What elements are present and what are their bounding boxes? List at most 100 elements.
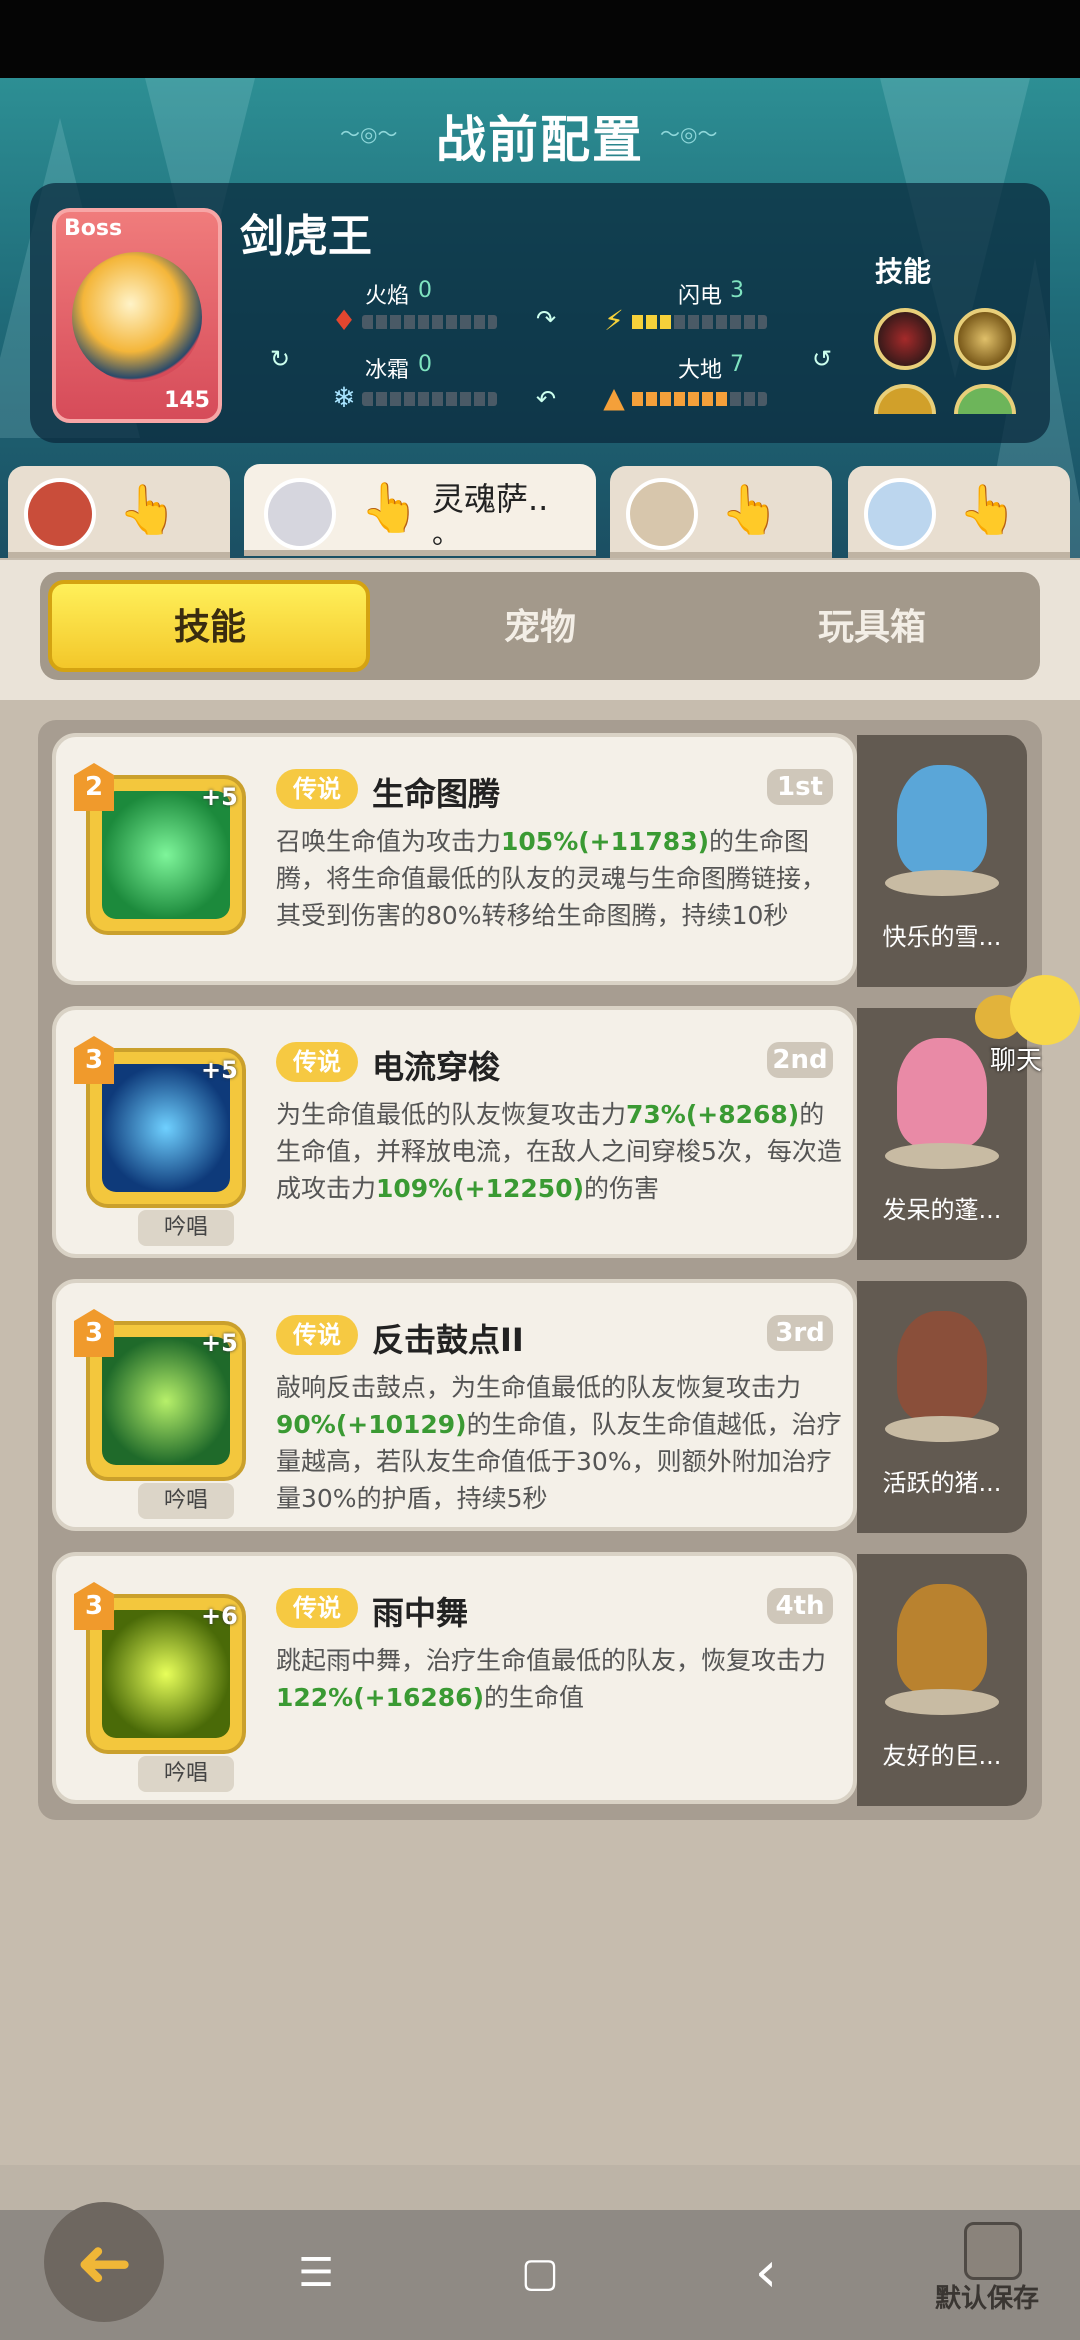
tap-hand-icon: 👆 [958, 482, 1018, 538]
tap-hand-icon: 👆 [360, 480, 420, 536]
tier-badge: 传说 [276, 1042, 358, 1082]
skill-level-badge: 3 [74, 1036, 114, 1084]
default-save-label[interactable]: 默认保存 [935, 2278, 1039, 2315]
chat-label[interactable]: 聊天 [990, 1040, 1042, 1077]
default-save-checkbox[interactable] [964, 2222, 1022, 2280]
menu-icon[interactable]: ☰ [286, 2248, 346, 2298]
fire-label: 火焰 [365, 284, 410, 309]
skill-rank: 1st [767, 769, 833, 805]
boss-portrait [72, 252, 202, 382]
hero-avatar [626, 478, 698, 550]
skill-name: 雨中舞 [372, 1594, 469, 1632]
boss-skills-label: 技能 [875, 255, 932, 288]
pet-name: 快乐的雪... [882, 923, 1002, 951]
skill-level-badge: 2 [74, 763, 114, 811]
cycle-arrow-icon: ↷ [536, 305, 557, 333]
boss-tag: Boss [64, 216, 123, 241]
tab-pets[interactable]: 宠物 [390, 598, 690, 650]
hero-avatar [24, 478, 96, 550]
skill-name: 生命图腾 [372, 775, 501, 813]
skill-name: 反击鼓点II [372, 1321, 524, 1359]
hero-tab-4[interactable]: 👆 [848, 466, 1070, 558]
skill-plus: +5 [201, 1056, 238, 1084]
home-icon[interactable]: ▢ [510, 2248, 570, 2298]
skill-card-4[interactable]: 3 +6 吟唱 传说 雨中舞 4th 跳起雨中舞，治疗生命值最低的队友，恢复攻击… [52, 1552, 857, 1804]
earth-bar [632, 392, 767, 406]
pet-image [897, 765, 987, 875]
tab-skills[interactable]: 技能 [60, 598, 360, 650]
back-arrow-icon: ➜ [75, 2224, 133, 2303]
hero-tab-3[interactable]: 👆 [610, 466, 832, 558]
frost-bar [362, 392, 497, 406]
pet-slot-4[interactable]: 友好的巨... [857, 1554, 1027, 1806]
chant-tag: 吟唱 [138, 1210, 234, 1246]
tier-badge: 传说 [276, 769, 358, 809]
pet-name: 友好的巨... [882, 1742, 1002, 1770]
tab-toybox[interactable]: 玩具箱 [722, 598, 1022, 650]
frost-value: 0 [418, 352, 432, 377]
frost-label: 冰霜 [365, 358, 410, 383]
cycle-arrow-icon: ↻ [270, 345, 291, 373]
chat-button[interactable] [1010, 975, 1080, 1045]
fire-value: 0 [418, 278, 432, 303]
skill-plus: +5 [201, 783, 238, 811]
skill-rank: 3rd [767, 1315, 833, 1351]
pet-image [897, 1584, 987, 1694]
tap-hand-icon: 👆 [118, 482, 178, 538]
chant-tag: 吟唱 [138, 1756, 234, 1792]
lightning-bar [632, 315, 767, 329]
pet-pedestal [885, 870, 999, 896]
pet-name: 活跃的猪... [882, 1469, 1002, 1497]
pet-image [897, 1311, 987, 1421]
lightning-icon: ⚡ [604, 304, 624, 337]
pet-slot-1[interactable]: 快乐的雪... [857, 735, 1027, 987]
chant-tag: 吟唱 [138, 1483, 234, 1519]
pet-image [897, 1038, 987, 1148]
frost-icon: ❄ [332, 381, 356, 414]
hero-tab-name-overflow: 。 [432, 517, 461, 550]
pet-pedestal [885, 1143, 999, 1169]
cycle-arrow-icon: ↶ [536, 385, 557, 413]
hero-avatar [264, 478, 336, 550]
hero-tab-1[interactable]: 👆 [8, 466, 230, 558]
pet-slot-3[interactable]: 活跃的猪... [857, 1281, 1027, 1533]
page-title: 战前配置 [436, 111, 644, 169]
skill-description: 召唤生命值为攻击力105%(+11783)的生命图腾，将生命值最低的队友的灵魂与… [276, 827, 827, 930]
skill-rank: 2nd [767, 1042, 833, 1078]
tier-badge: 传说 [276, 1315, 358, 1355]
boss-card[interactable]: Boss 145 [52, 208, 222, 423]
boss-skill-icon[interactable] [954, 308, 1016, 370]
earth-label: 大地 [678, 358, 723, 383]
skill-card-3[interactable]: 3 +5 吟唱 传说 反击鼓点II 3rd 敲响反击鼓点，为生命值最低的队友恢复… [52, 1279, 857, 1531]
boss-level: 145 [164, 388, 210, 413]
fire-icon: ♦ [331, 304, 357, 337]
skill-card-2[interactable]: 3 +5 吟唱 传说 电流穿梭 2nd 为生命值最低的队友恢复攻击力73%(+8… [52, 1006, 857, 1258]
bottom-divider [0, 2165, 1080, 2210]
skill-name: 电流穿梭 [372, 1048, 501, 1086]
status-bar [0, 0, 1080, 78]
system-back-icon[interactable]: ‹ [736, 2245, 796, 2301]
skill-rank: 4th [767, 1588, 833, 1624]
fire-bar [362, 315, 497, 329]
tap-hand-icon: 👆 [720, 482, 780, 538]
skill-description: 跳起雨中舞，治疗生命值最低的队友，恢复攻击力122%(+16286)的生命值 [276, 1646, 827, 1712]
skill-card-1[interactable]: 2 +5 传说 生命图腾 1st 召唤生命值为攻击力105%(+11783)的生… [52, 733, 857, 985]
earth-value: 7 [730, 352, 744, 377]
lightning-value: 3 [730, 278, 744, 303]
pet-pedestal [885, 1689, 999, 1715]
boss-name: 剑虎王 [240, 211, 372, 262]
skill-level-badge: 3 [74, 1582, 114, 1630]
skill-description: 敲响反击鼓点，为生命值最低的队友恢复攻击力90%(+10129)的生命值，队友生… [276, 1373, 842, 1513]
lightning-label: 闪电 [678, 284, 723, 309]
pet-pedestal [885, 1416, 999, 1442]
cycle-arrow-icon: ↺ [812, 345, 833, 373]
skill-plus: +6 [201, 1602, 238, 1630]
pet-name: 发呆的蓬... [882, 1196, 1002, 1224]
hero-avatar [864, 478, 936, 550]
skill-description: 为生命值最低的队友恢复攻击力73%(+8268)的生命值，并释放电流，在敌人之间… [276, 1100, 842, 1203]
skill-plus: +5 [201, 1329, 238, 1357]
tier-badge: 传说 [276, 1588, 358, 1628]
skill-level-badge: 3 [74, 1309, 114, 1357]
boss-skill-icon[interactable] [874, 308, 936, 370]
earth-icon: ▲ [603, 381, 625, 414]
